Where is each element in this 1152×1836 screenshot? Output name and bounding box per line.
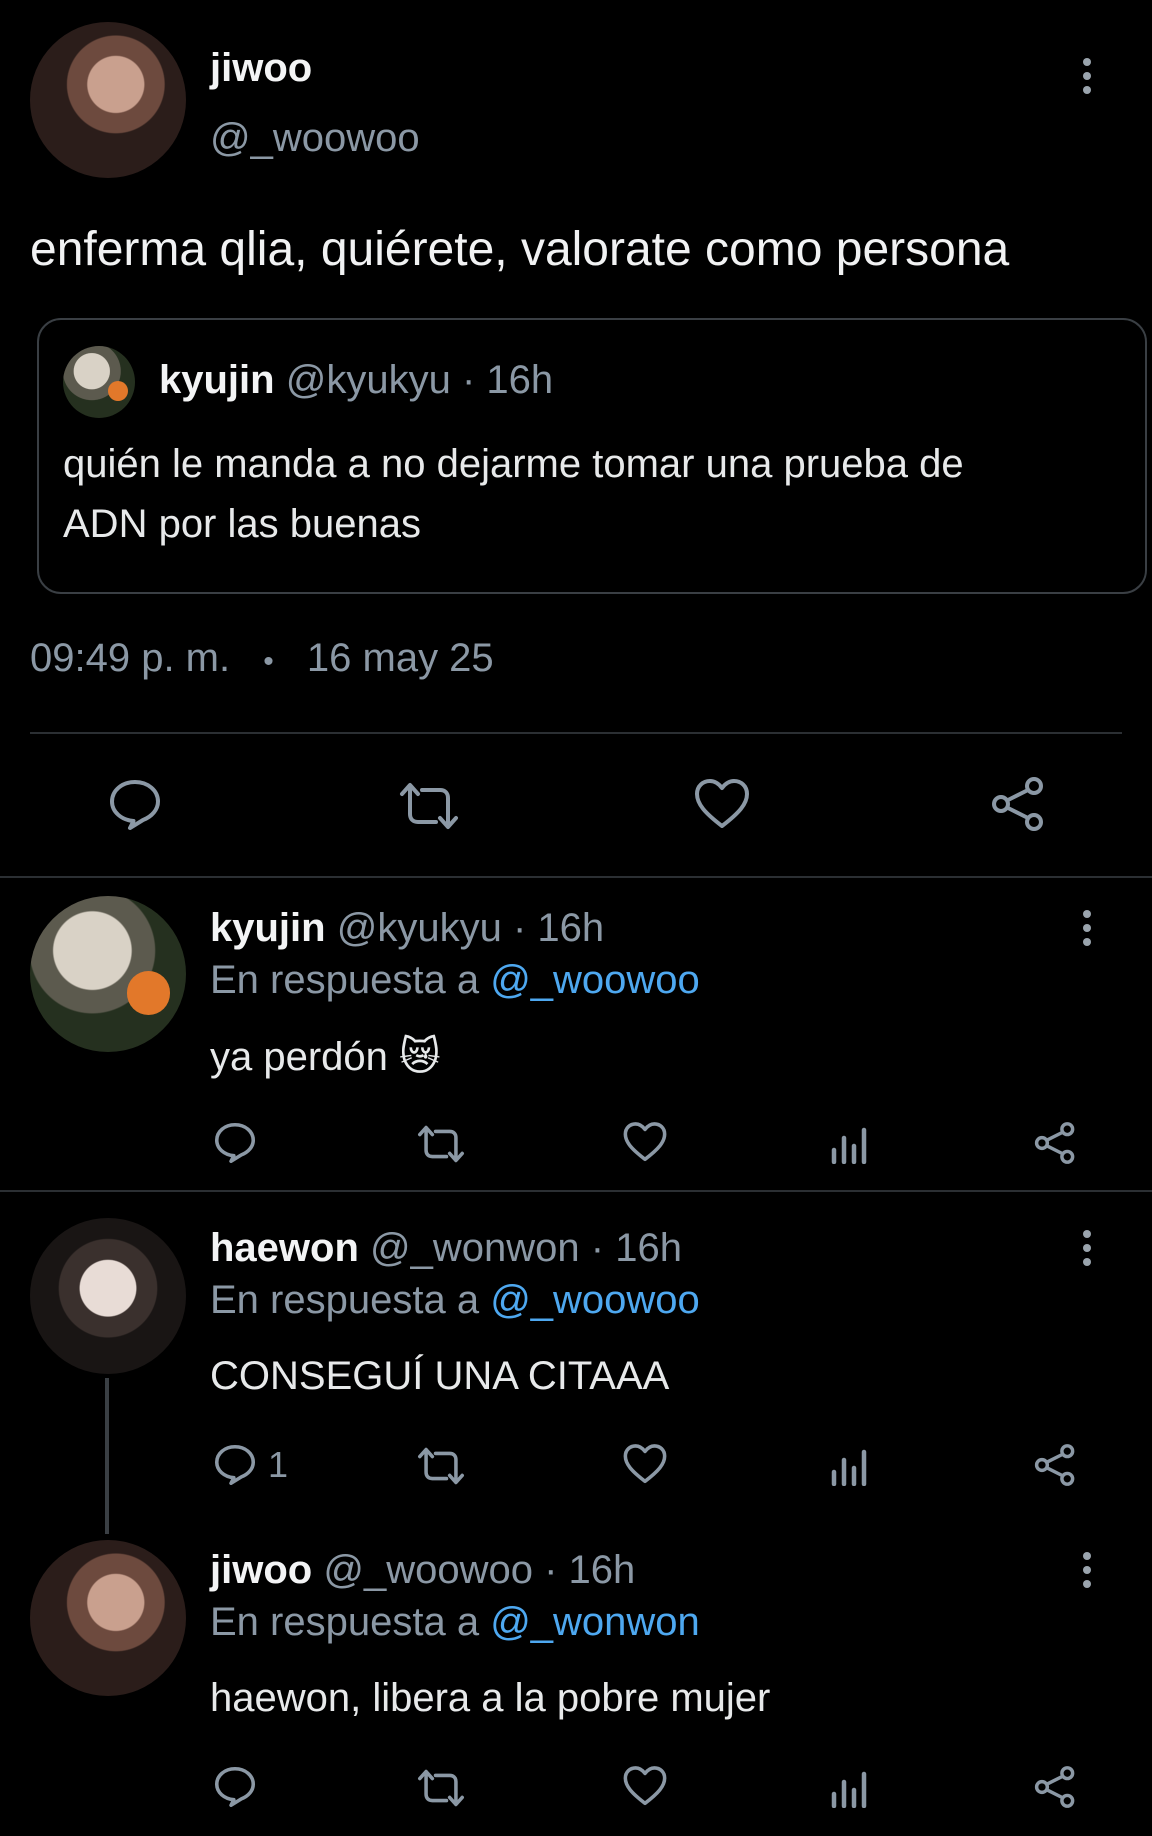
views-icon[interactable] [830, 1444, 870, 1486]
avatar[interactable] [30, 896, 186, 1052]
reply-prefix: En respuesta a [210, 958, 480, 1002]
author-name[interactable]: jiwoo [210, 46, 312, 91]
share-icon[interactable] [988, 774, 1048, 834]
share-icon[interactable] [1032, 1764, 1078, 1810]
reply-icon[interactable] [212, 1442, 258, 1488]
reply-count: 1 [268, 1444, 289, 1485]
share-icon[interactable] [1032, 1442, 1078, 1488]
more-icon[interactable] [1083, 1552, 1095, 1594]
reply-to-link[interactable]: @_woowoo [490, 1278, 700, 1322]
avatar [63, 346, 135, 418]
thread-line [105, 1378, 109, 1534]
views-icon[interactable] [830, 1122, 870, 1164]
reply-time: · 16h [512, 906, 605, 950]
reply-icon[interactable] [106, 776, 164, 834]
reply-text: CONSEGUÍ UNA CITAAA [210, 1354, 670, 1398]
avatar[interactable] [30, 22, 186, 178]
retweet-icon[interactable] [415, 1444, 467, 1488]
views-icon[interactable] [830, 1766, 870, 1808]
retweet-icon[interactable] [396, 778, 462, 834]
heart-icon[interactable] [622, 1764, 668, 1808]
share-icon[interactable] [1032, 1120, 1078, 1166]
retweet-icon[interactable] [415, 1766, 467, 1810]
avatar[interactable] [30, 1218, 186, 1374]
reply-prefix: En respuesta a [210, 1600, 480, 1644]
divider [0, 876, 1152, 878]
avatar[interactable] [30, 1540, 186, 1696]
separator-dot: • [263, 645, 274, 678]
retweet-icon[interactable] [415, 1122, 467, 1166]
author-handle[interactable]: @kyukyu [337, 906, 502, 950]
reply-text: ya perdón 😿 [210, 1035, 441, 1079]
reply-time: · 16h [590, 1226, 682, 1270]
more-icon[interactable] [1083, 58, 1095, 100]
quoted-tweet[interactable]: kyujin @kyukyu · 16h quién le manda a no… [37, 318, 1147, 594]
tweet-time: 09:49 p. m. [30, 636, 231, 680]
author-name[interactable]: jiwoo [210, 1548, 312, 1592]
tweet-text: enferma qlia, quiérete, valorate como pe… [30, 223, 1010, 276]
author-name[interactable]: kyujin [210, 906, 326, 950]
heart-icon[interactable] [622, 1120, 668, 1164]
heart-icon[interactable] [622, 1442, 668, 1486]
heart-icon[interactable] [693, 776, 751, 832]
reply-icon[interactable] [212, 1120, 258, 1166]
divider [0, 1190, 1152, 1192]
tweet-date: 16 may 25 [306, 636, 494, 680]
reply-text: haewon, libera a la pobre mujer [210, 1676, 771, 1720]
more-icon[interactable] [1083, 910, 1095, 952]
reply-icon[interactable] [212, 1764, 258, 1810]
divider [30, 732, 1122, 734]
reply-to-link[interactable]: @_wonwon [490, 1600, 700, 1644]
quoted-text-line: quién le manda a no dejarme tomar una pr… [63, 442, 964, 486]
quoted-time: · 16h [461, 358, 554, 402]
reply-time: · 16h [544, 1548, 636, 1592]
author-handle[interactable]: @_woowoo [323, 1548, 533, 1592]
quoted-author-name: kyujin [159, 358, 275, 402]
author-handle[interactable]: @_woowoo [210, 116, 420, 161]
reply-prefix: En respuesta a [210, 1278, 480, 1322]
quoted-text-line: ADN por las buenas [63, 502, 421, 546]
author-handle[interactable]: @_wonwon [370, 1226, 580, 1270]
author-name[interactable]: haewon [210, 1226, 359, 1270]
quoted-author-handle: @kyukyu [285, 358, 451, 402]
reply-to-link[interactable]: @_woowoo [490, 958, 700, 1002]
more-icon[interactable] [1083, 1230, 1095, 1272]
